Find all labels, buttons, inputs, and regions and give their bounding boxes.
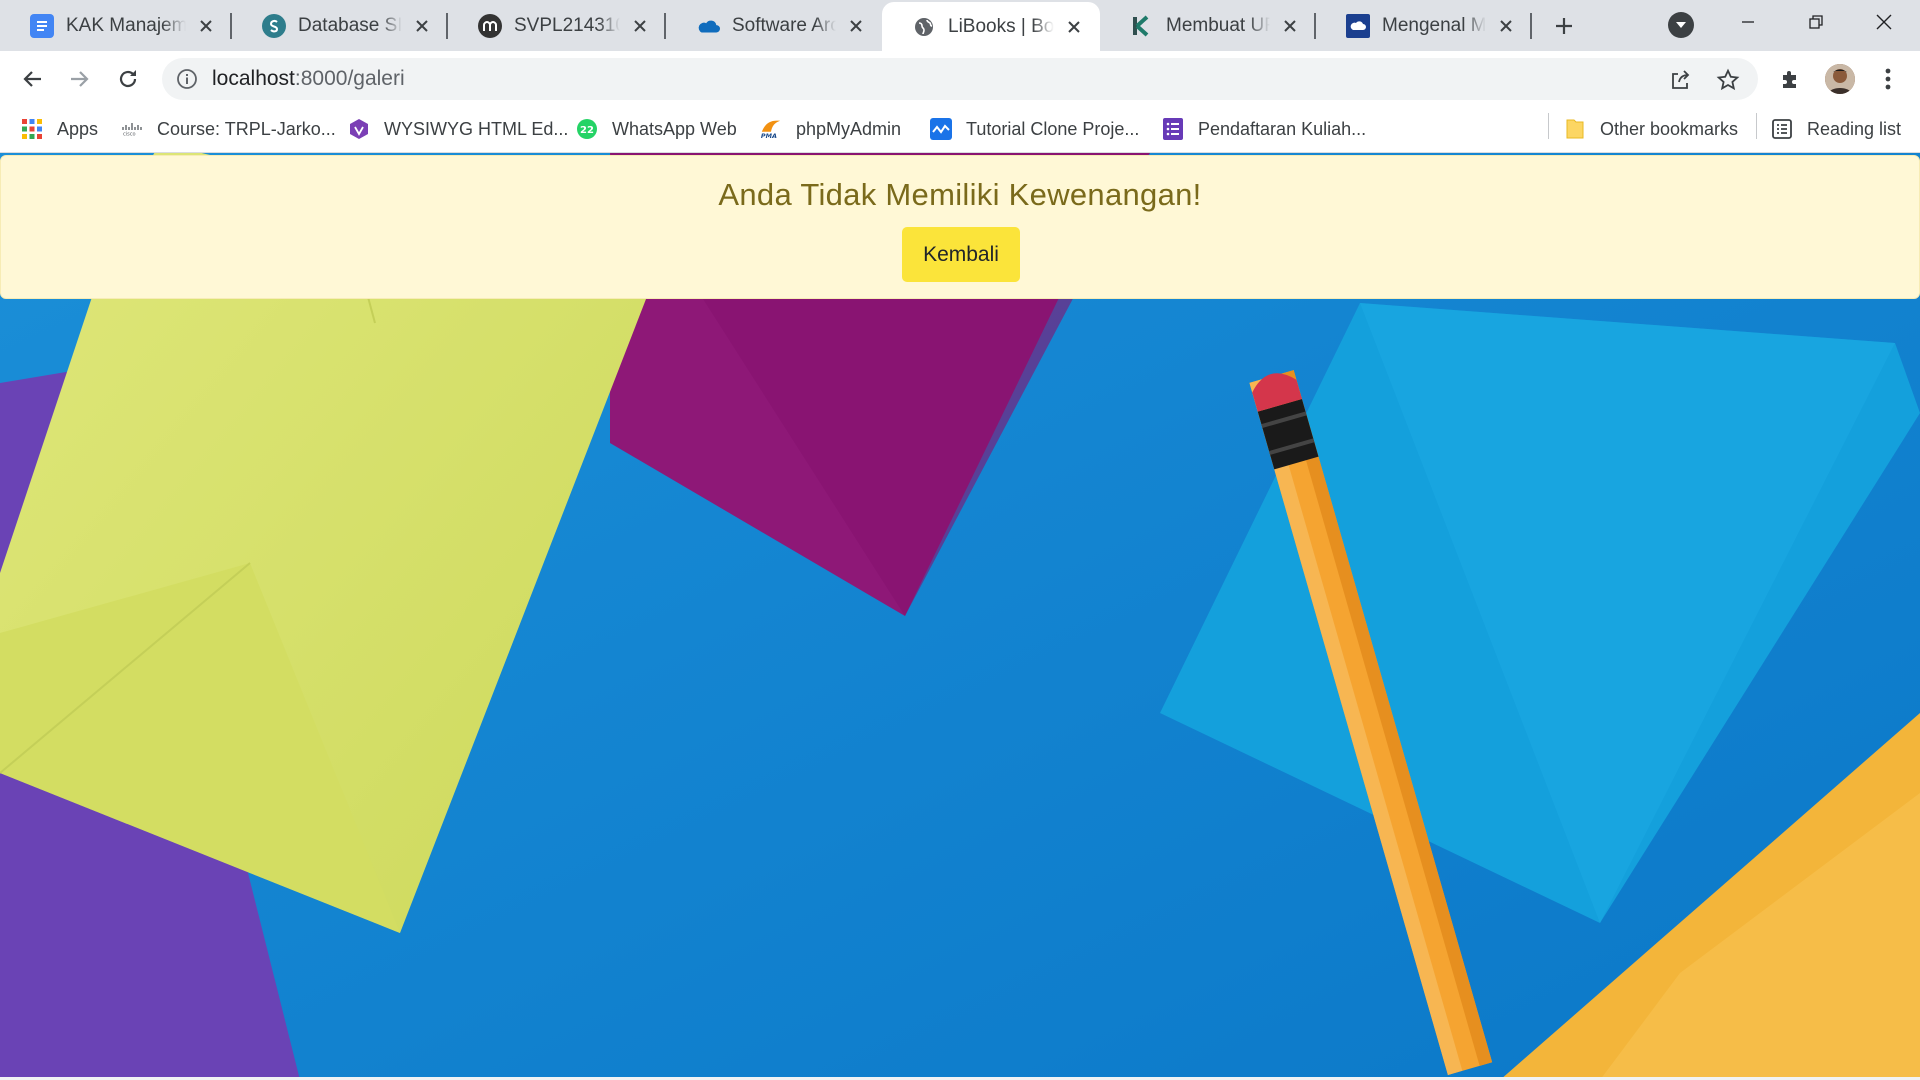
cisco-icon: cisco (121, 118, 143, 140)
close-tab-icon[interactable] (1278, 14, 1302, 38)
bookmark-phpmyadmin[interactable]: PMA phpMyAdmin (760, 115, 901, 143)
apps-grid-icon (21, 118, 43, 140)
tab-kak-manajemen[interactable]: KAK Manajemen (0, 0, 232, 51)
whatsapp-badge: 22 (580, 125, 594, 136)
bookmark-label: WYSIWYG HTML Ed... (384, 118, 569, 139)
browser-toolbar: localhost:8000/galeri (0, 51, 1920, 106)
page-viewport: Anda Tidak Memiliki Kewenangan! Kembali (0, 153, 1920, 1080)
bookmark-label: phpMyAdmin (796, 118, 902, 139)
bookmark-star-icon[interactable] (1714, 66, 1742, 94)
close-tab-icon[interactable] (410, 14, 434, 38)
tab-title: Database SIMRS (298, 14, 402, 36)
close-window-button[interactable] (1862, 6, 1906, 38)
other-bookmarks[interactable]: Other bookmarks (1564, 115, 1738, 143)
moodle-icon (478, 13, 502, 38)
whatsapp-icon: 22 (576, 118, 598, 140)
extensions-icon[interactable] (1776, 64, 1806, 94)
bookmarks-divider (1756, 113, 1757, 139)
tab-libooks[interactable]: LiBooks | Booki (882, 2, 1100, 51)
reading-list[interactable]: Reading list (1771, 115, 1901, 143)
bookmark-label: Tutorial Clone Proje... (966, 118, 1140, 139)
forward-arrow-icon (71, 71, 89, 87)
close-tab-icon[interactable] (194, 14, 218, 38)
other-bookmarks-label: Other bookmarks (1600, 118, 1739, 139)
svg-text:PMA: PMA (761, 132, 777, 140)
tab-title: Software Archit (732, 14, 836, 36)
bookmark-tutorial-clone[interactable]: Tutorial Clone Proje... (930, 115, 1139, 143)
bookmark-apps[interactable]: Apps (21, 115, 98, 143)
tab-title: KAK Manajemen (66, 14, 186, 36)
tab-title: SVPL214310 - A (514, 14, 620, 36)
svg-text:cisco: cisco (123, 132, 136, 137)
tab-membuat-url[interactable]: Membuat URL (1100, 0, 1316, 51)
url-text[interactable]: localhost:8000/galeri (212, 67, 405, 91)
tab-strip: KAK Manajemen Database SIMRS SVPL214310 … (0, 0, 1920, 51)
database-site-icon (262, 13, 286, 38)
bookmarks-bar: Apps cisco Course: TRPL-Jarko... WYSIWYG… (0, 106, 1920, 153)
back-arrow-icon (23, 71, 41, 87)
folder-icon (1564, 118, 1586, 140)
bookmark-label: WhatsApp Web (612, 118, 737, 139)
bookmark-wysiwyg[interactable]: WYSIWYG HTML Ed... (348, 115, 568, 143)
restore-button[interactable] (1794, 6, 1838, 38)
tab-software-architecture[interactable]: Software Archit (666, 0, 882, 51)
bookmarks-divider (1548, 113, 1549, 139)
close-tab-icon[interactable] (844, 14, 868, 38)
tab-title: LiBooks | Booki (948, 15, 1054, 37)
cloudhost-icon (1346, 13, 1370, 38)
tab-separator (1530, 13, 1532, 39)
globe-icon (912, 15, 936, 39)
url-path: :8000/galeri (294, 67, 405, 90)
bookmark-pendaftaran[interactable]: Pendaftaran Kuliah... (1162, 115, 1366, 143)
bookmark-whatsapp[interactable]: 22 WhatsApp Web (576, 115, 737, 143)
bookmark-label: Apps (57, 118, 99, 139)
close-tab-icon[interactable] (1494, 14, 1518, 38)
minimize-icon (1742, 21, 1754, 23)
profile-avatar[interactable] (1825, 64, 1855, 94)
new-tab-button[interactable] (1548, 10, 1580, 42)
back-button[interactable] (13, 60, 51, 98)
minimize-button[interactable] (1726, 6, 1770, 38)
chevron-down-icon (1676, 22, 1686, 28)
reload-button[interactable] (109, 60, 147, 98)
tab-database-simrs[interactable]: Database SIMRS (232, 0, 448, 51)
unauthorized-alert: Anda Tidak Memiliki Kewenangan! Kembali (0, 155, 1920, 299)
address-bar[interactable]: localhost:8000/galeri (162, 58, 1758, 100)
wave-app-icon (930, 118, 952, 140)
hexagon-editor-icon (348, 118, 370, 140)
reading-list-label: Reading list (1807, 118, 1902, 139)
google-forms-icon (1162, 118, 1184, 140)
reading-list-icon (1771, 118, 1793, 140)
restore-icon (1809, 15, 1823, 29)
tab-title: Membuat URL (1166, 14, 1270, 36)
tab-mengenal-mime[interactable]: Mengenal MIM (1316, 0, 1532, 51)
plus-icon (1556, 18, 1572, 34)
close-icon (1876, 14, 1892, 30)
share-icon[interactable] (1666, 66, 1694, 94)
phpmyadmin-icon: PMA (760, 118, 782, 140)
back-kembali-button[interactable]: Kembali (902, 227, 1020, 282)
bookmark-label: Course: TRPL-Jarko... (157, 118, 336, 139)
close-tab-icon[interactable] (628, 14, 652, 38)
tab-search-button[interactable] (1668, 12, 1694, 38)
google-docs-icon (30, 13, 54, 38)
site-info-icon[interactable] (176, 68, 198, 90)
k-logo-icon (1130, 14, 1154, 38)
alert-message: Anda Tidak Memiliki Kewenangan! (718, 177, 1202, 212)
close-tab-icon[interactable] (1062, 15, 1086, 39)
tab-title: Mengenal MIM (1382, 14, 1486, 36)
menu-kebab-icon[interactable] (1873, 64, 1903, 94)
bookmark-course-trpl[interactable]: cisco Course: TRPL-Jarko... (121, 115, 336, 143)
reload-icon (119, 70, 137, 88)
bookmark-label: Pendaftaran Kuliah... (1198, 118, 1367, 139)
url-host: localhost (212, 67, 295, 90)
onedrive-cloud-icon (696, 14, 720, 38)
forward-button[interactable] (61, 60, 99, 98)
tab-svpl214310[interactable]: SVPL214310 - A (448, 0, 666, 51)
